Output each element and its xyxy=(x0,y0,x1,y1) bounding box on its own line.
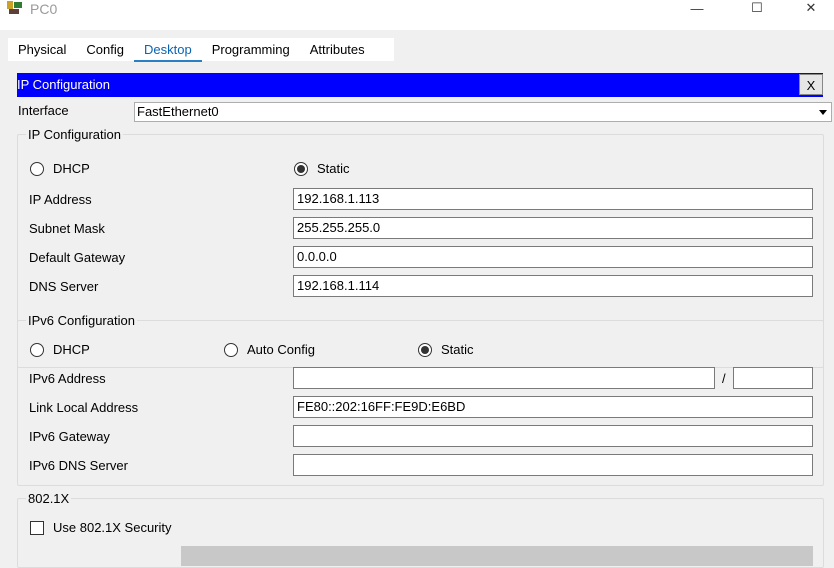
interface-value: FastEthernet0 xyxy=(137,104,219,119)
interface-label: Interface xyxy=(18,103,69,118)
ip-config-window: IP Configuration X Interface FastEtherne… xyxy=(8,62,834,568)
ip-config-header: IP Configuration X xyxy=(17,73,823,97)
pc-app-icon xyxy=(7,1,22,14)
ipv6-prefix-field[interactable] xyxy=(733,367,813,389)
dot1x-group: 802.1X Use 802.1X Security xyxy=(17,491,824,568)
prefix-slash: / xyxy=(722,371,726,386)
auth-method-select[interactable] xyxy=(181,546,813,566)
dot1x-legend: 802.1X xyxy=(26,491,72,506)
ipv6-gateway-label: IPv6 Gateway xyxy=(29,429,110,444)
ip-address-field[interactable]: 192.168.1.113 xyxy=(293,188,813,210)
ipv6-static-label: Static xyxy=(441,342,474,357)
ip-address-label: IP Address xyxy=(29,192,92,207)
ipv4-legend: IP Configuration xyxy=(26,127,123,142)
dns-server-label: DNS Server xyxy=(29,279,99,294)
ipv6-legend: IPv6 Configuration xyxy=(26,313,137,328)
dns-server-field[interactable]: 192.168.1.114 xyxy=(293,275,813,297)
close-window-button[interactable]: ✕ xyxy=(788,0,834,16)
tab-programming[interactable]: Programming xyxy=(202,38,300,61)
radio-on-icon xyxy=(294,161,308,176)
ipv4-static-label: Static xyxy=(317,161,350,176)
ipv6-dhcp-radio[interactable]: DHCP xyxy=(30,342,90,357)
ipv6-dns-field[interactable] xyxy=(293,454,813,476)
ipv6-address-label: IPv6 Address xyxy=(29,371,106,386)
use-8021x-label: Use 802.1X Security xyxy=(53,520,172,535)
ipv6-group: IPv6 Configuration DHCP Auto Config Stat… xyxy=(17,313,824,486)
window-title: PC0 xyxy=(30,1,58,17)
minimize-button[interactable]: — xyxy=(674,0,720,16)
tab-attributes[interactable]: Attributes xyxy=(300,38,375,61)
link-local-label: Link Local Address xyxy=(29,400,139,415)
ip-config-title: IP Configuration xyxy=(17,77,110,92)
ipv4-dhcp-label: DHCP xyxy=(53,161,90,176)
ipv6-dns-label: IPv6 DNS Server xyxy=(29,458,128,473)
radio-off-icon xyxy=(224,342,238,357)
ipv6-auto-radio[interactable]: Auto Config xyxy=(224,342,315,357)
ipv6-address-field[interactable] xyxy=(293,367,715,389)
tab-physical[interactable]: Physical xyxy=(8,38,76,61)
link-local-field[interactable]: FE80::202:16FF:FE9D:E6BD xyxy=(293,396,813,418)
maximize-button[interactable]: ☐ xyxy=(734,0,780,16)
interface-select[interactable]: FastEthernet0 xyxy=(134,102,832,122)
window-titlebar: PC0 — ☐ ✕ xyxy=(0,0,834,30)
radio-off-icon xyxy=(30,161,44,176)
tab-strip: Physical Config Desktop Programming Attr… xyxy=(8,38,394,63)
default-gateway-label: Default Gateway xyxy=(29,250,126,265)
ipv4-static-radio[interactable]: Static xyxy=(294,161,350,176)
radio-on-icon xyxy=(418,342,432,357)
radio-off-icon xyxy=(30,342,44,357)
checkbox-icon xyxy=(30,520,44,535)
subnet-mask-label: Subnet Mask xyxy=(29,221,105,236)
default-gateway-field[interactable]: 0.0.0.0 xyxy=(293,246,813,268)
tab-desktop[interactable]: Desktop xyxy=(134,38,202,63)
chevron-down-icon xyxy=(819,110,827,115)
ipv4-dhcp-radio[interactable]: DHCP xyxy=(30,161,90,176)
ipv6-static-radio[interactable]: Static xyxy=(418,342,474,357)
subnet-mask-field[interactable]: 255.255.255.0 xyxy=(293,217,813,239)
ip-config-close-button[interactable]: X xyxy=(799,74,823,95)
use-8021x-checkbox[interactable]: Use 802.1X Security xyxy=(30,520,172,535)
ipv6-dhcp-label: DHCP xyxy=(53,342,90,357)
tab-bar: Physical Config Desktop Programming Attr… xyxy=(0,30,834,63)
ipv6-auto-label: Auto Config xyxy=(247,342,315,357)
tab-config[interactable]: Config xyxy=(76,38,134,61)
ipv6-gateway-field[interactable] xyxy=(293,425,813,447)
